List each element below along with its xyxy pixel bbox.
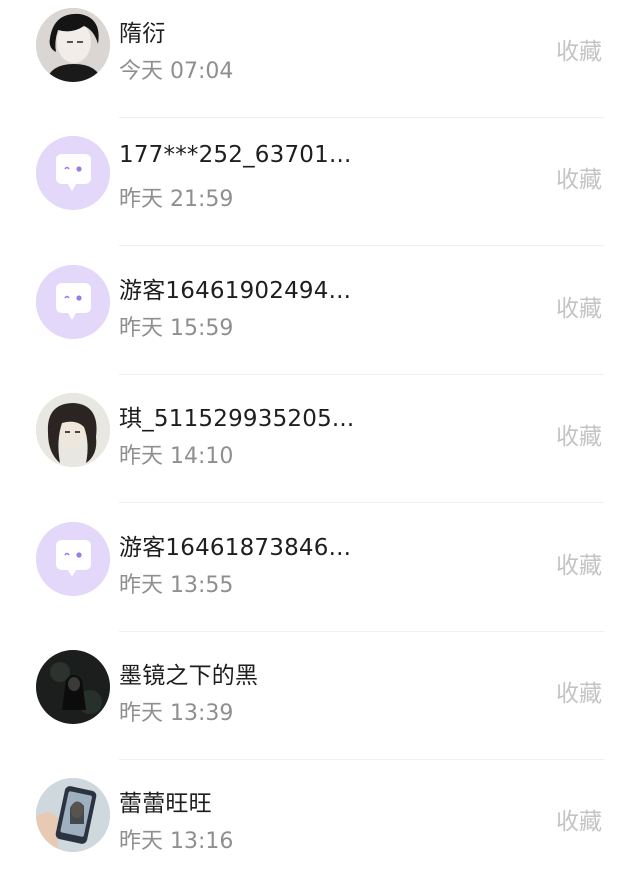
timestamp: 昨天 13:55 <box>119 573 234 598</box>
divider <box>119 759 604 760</box>
contact-name: 墨镜之下的黑 <box>119 663 259 689</box>
list-item[interactable]: 隋衍 今天 07:04 收藏 <box>0 0 640 128</box>
chat-bubble-icon <box>36 265 110 339</box>
timestamp: 今天 07:04 <box>119 59 234 84</box>
divider <box>119 245 604 246</box>
chat-bubble-icon <box>36 522 110 596</box>
avatar[interactable] <box>36 265 110 339</box>
favorite-button[interactable]: 收藏 <box>556 289 602 323</box>
avatar[interactable] <box>36 650 110 724</box>
contact-name: 177***252_63701... <box>119 142 352 168</box>
favorite-button[interactable]: 收藏 <box>556 32 602 66</box>
contact-name: 游客16461873846... <box>119 535 352 561</box>
divider <box>119 502 604 503</box>
favorite-button[interactable]: 收藏 <box>556 546 602 580</box>
list-item[interactable]: 游客16461902494... 昨天 15:59 收藏 <box>0 257 640 385</box>
list-item[interactable]: 蕾蕾旺旺 昨天 13:16 收藏 <box>0 770 640 888</box>
divider <box>119 631 604 632</box>
user-photo-icon <box>36 393 110 467</box>
divider <box>119 374 604 375</box>
avatar[interactable] <box>36 393 110 467</box>
timestamp: 昨天 13:39 <box>119 701 234 726</box>
user-photo-icon <box>36 8 110 82</box>
favorite-button[interactable]: 收藏 <box>556 802 602 836</box>
timestamp: 昨天 14:10 <box>119 444 234 469</box>
contact-name: 琪_511529935205... <box>119 406 355 432</box>
contact-name: 蕾蕾旺旺 <box>119 791 212 817</box>
timestamp: 昨天 21:59 <box>119 187 234 212</box>
list-item[interactable]: 墨镜之下的黑 昨天 13:39 收藏 <box>0 642 640 770</box>
favorite-button[interactable]: 收藏 <box>556 160 602 194</box>
list-item[interactable]: 游客16461873846... 昨天 13:55 收藏 <box>0 514 640 642</box>
user-photo-icon <box>36 778 110 852</box>
timestamp: 昨天 13:16 <box>119 829 234 854</box>
user-photo-icon <box>36 650 110 724</box>
favorite-button[interactable]: 收藏 <box>556 674 602 708</box>
contact-name: 隋衍 <box>119 21 166 47</box>
avatar[interactable] <box>36 8 110 82</box>
contact-name: 游客16461902494... <box>119 278 352 304</box>
list-item[interactable]: 琪_511529935205... 昨天 14:10 收藏 <box>0 385 640 513</box>
avatar[interactable] <box>36 778 110 852</box>
chat-bubble-icon <box>36 136 110 210</box>
divider <box>119 117 604 118</box>
list-item[interactable]: 177***252_63701... 昨天 21:59 收藏 <box>0 128 640 256</box>
timestamp: 昨天 15:59 <box>119 316 234 341</box>
avatar[interactable] <box>36 136 110 210</box>
avatar[interactable] <box>36 522 110 596</box>
conversation-list: 隋衍 今天 07:04 收藏 177***252_63701... 昨天 21:… <box>0 0 640 888</box>
favorite-button[interactable]: 收藏 <box>556 417 602 451</box>
